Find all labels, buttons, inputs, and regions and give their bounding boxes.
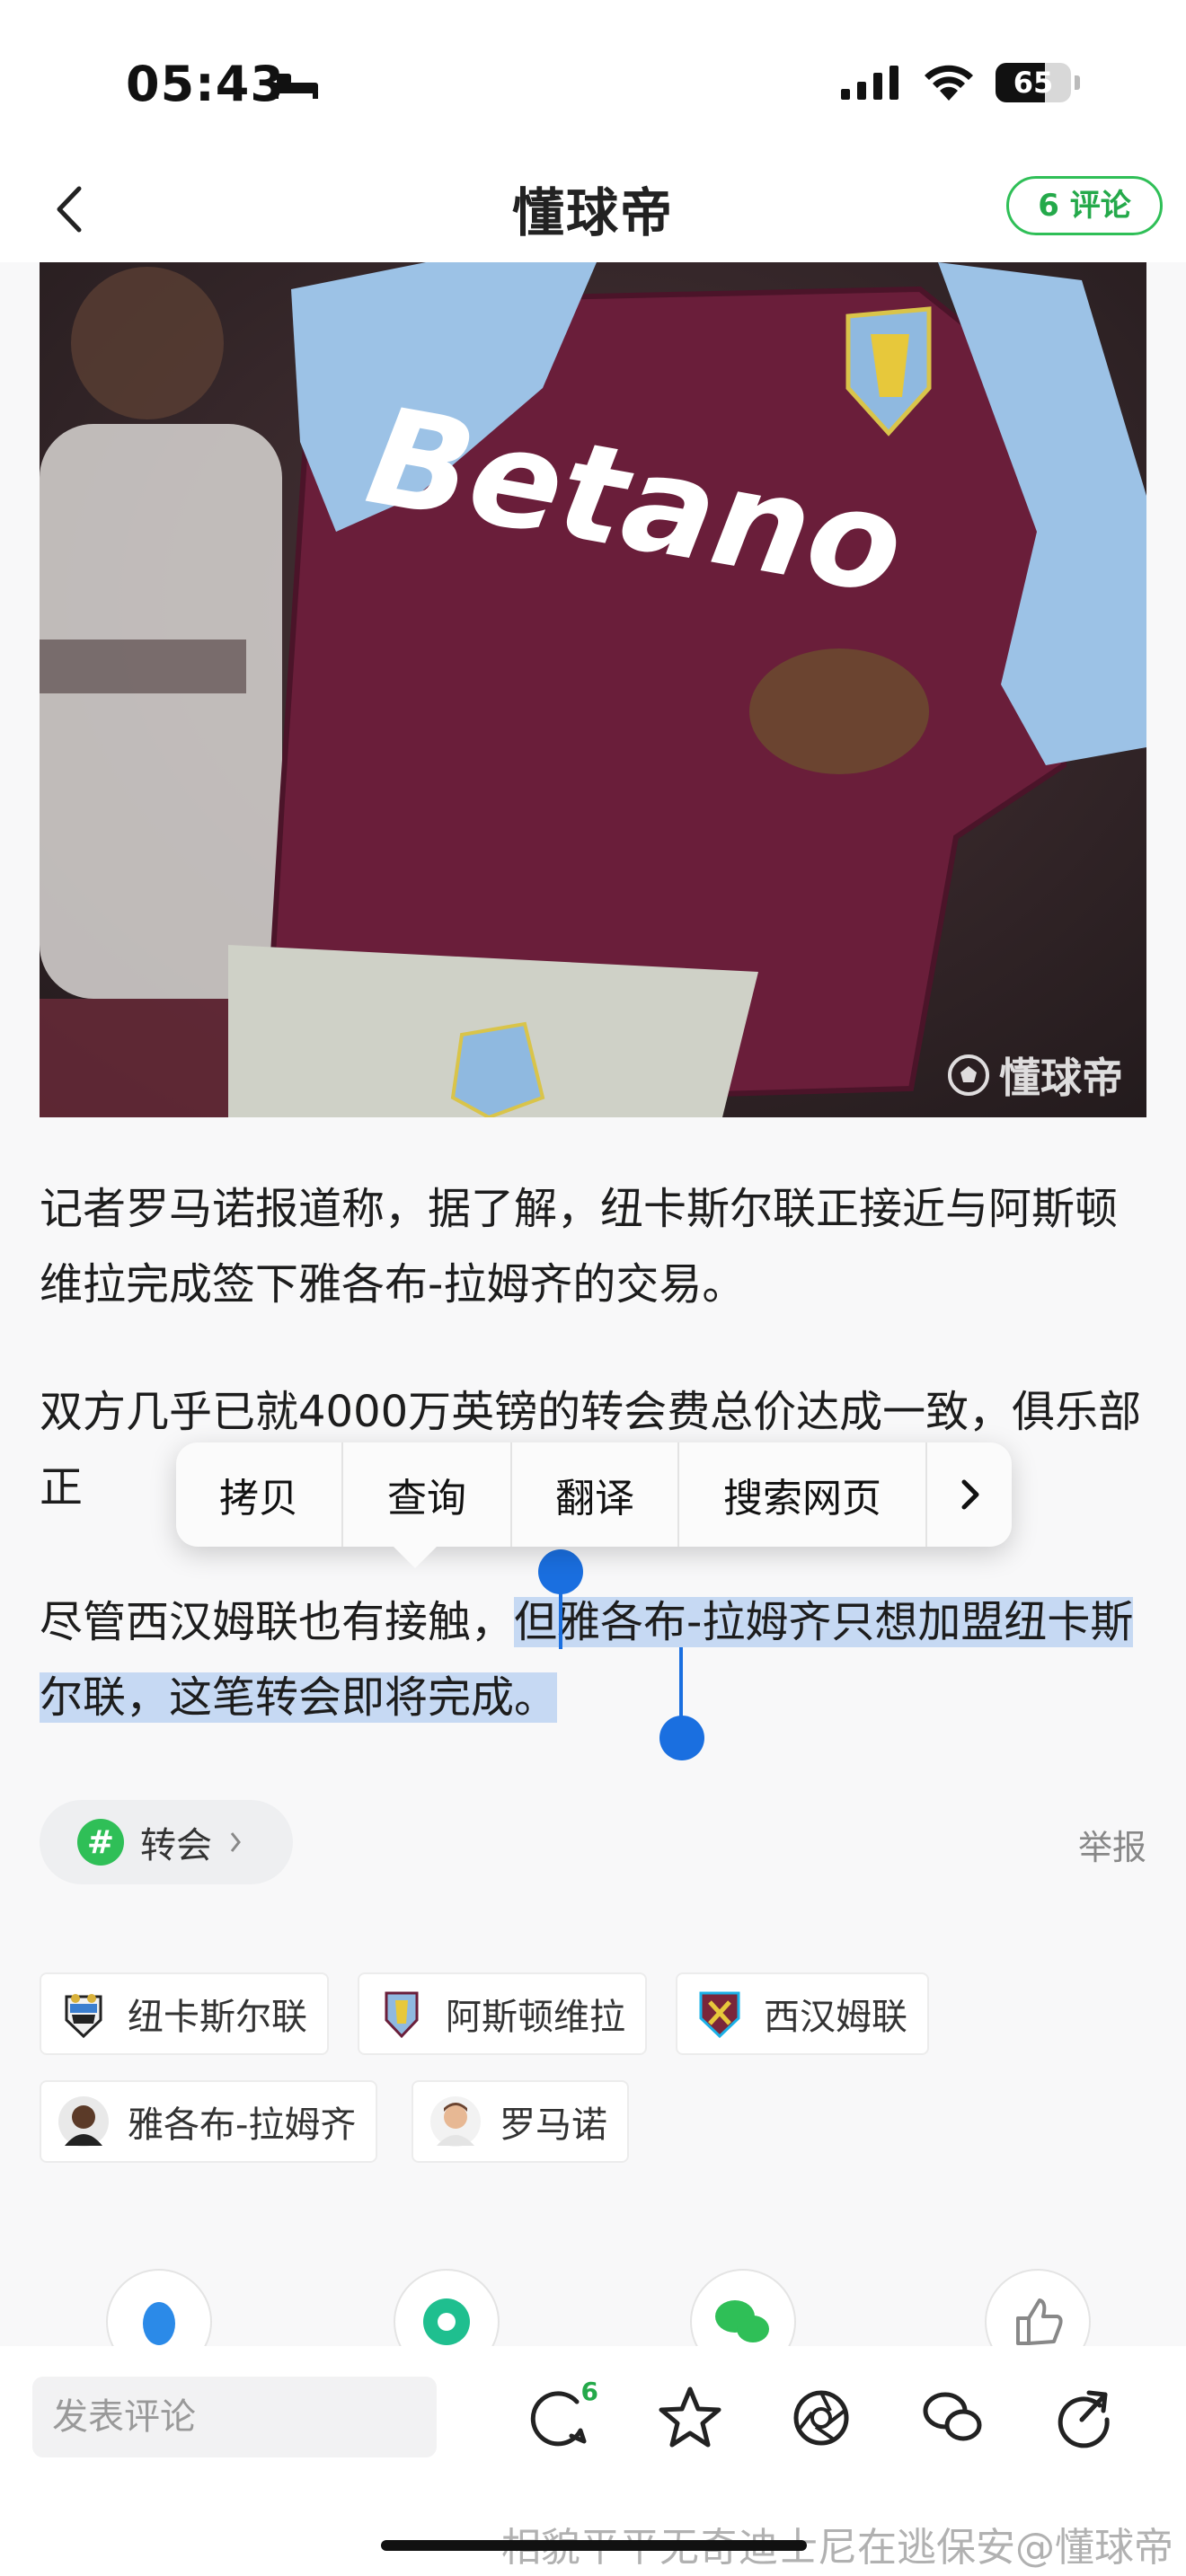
cellular-signal-icon [841, 66, 898, 100]
bottom-toolbar: 6 相貌平平无奇迪士尼在逃保安@懂球帝 [0, 2346, 1186, 2576]
comments-button[interactable]: 6 评论 [1006, 176, 1163, 235]
entity-chip-newcastle[interactable]: 纽卡斯尔联 [40, 1972, 329, 2055]
share-button[interactable] [1049, 2384, 1118, 2452]
photo-watermark: 懂球帝 [947, 1045, 1123, 1105]
comment-count-badge: 6 [580, 2377, 598, 2406]
battery-cap [1075, 75, 1080, 90]
battery-indicator: 65 [996, 63, 1071, 102]
paragraph-3-text: 尽管西汉姆联也有接触， [40, 1597, 515, 1647]
star-icon [659, 2386, 721, 2448]
aperture-icon [423, 2298, 470, 2345]
comment-input[interactable] [32, 2377, 437, 2457]
share-arrow-icon [1058, 2390, 1110, 2448]
status-bar: 05:43 65 [0, 0, 1186, 153]
wechat-icon [923, 2392, 982, 2441]
menu-more[interactable] [927, 1442, 1012, 1547]
article-paragraph-1[interactable]: 记者罗马诺报道称，据了解，纽卡斯尔联正接近与阿斯顿维拉完成签下雅各布-拉姆齐的交… [40, 1171, 1154, 1322]
menu-translate[interactable]: 翻译 [512, 1442, 679, 1547]
qq-penguin-icon [143, 2302, 175, 2345]
soccer-ball-icon [948, 1054, 989, 1096]
entity-label: 罗马诺 [500, 2104, 607, 2146]
comments-toolbar-button[interactable]: 6 [525, 2377, 598, 2452]
share-row [0, 2269, 1186, 2375]
menu-search-web[interactable]: 搜索网页 [679, 1442, 927, 1547]
topic-tag-label: 转会 [140, 1825, 212, 1866]
selection-start-stem [559, 1581, 562, 1649]
west-ham-crest-icon [699, 1991, 740, 2039]
journalist-avatar-icon [430, 2096, 481, 2147]
entity-label: 西汉姆联 [764, 1997, 907, 2038]
entity-chip-romano[interactable]: 罗马诺 [412, 2080, 629, 2163]
aston-villa-crest-icon [385, 1991, 419, 2039]
entity-chip-aston-villa[interactable]: 阿斯顿维拉 [358, 1972, 647, 2055]
wechat-icon [715, 2300, 769, 2342]
sleep-focus-icon [273, 74, 318, 99]
article-paragraph-3[interactable]: 尽管西汉姆联也有接触，但雅各布-拉姆齐只想加盟纽卡斯尔联，这笔转会即将完成。 [40, 1584, 1154, 1735]
share-moments-toolbar-button[interactable] [787, 2384, 855, 2452]
text-context-menu: 拷贝 查询 翻译 搜索网页 [176, 1442, 1012, 1547]
entity-label: 阿斯顿维拉 [446, 1997, 625, 2038]
chevron-right-icon [230, 1832, 241, 1852]
share-wechat-toolbar-button[interactable] [918, 2384, 987, 2452]
menu-lookup[interactable]: 查询 [343, 1442, 512, 1547]
player-avatar-icon [58, 2096, 109, 2147]
watermark-text: 懂球帝 [999, 1054, 1123, 1102]
entity-chip-ramsey[interactable]: 雅各布-拉姆齐 [40, 2080, 378, 2163]
entity-chip-west-ham[interactable]: 西汉姆联 [676, 1972, 929, 2055]
wifi-icon [925, 65, 973, 101]
favorite-button[interactable] [656, 2384, 724, 2452]
menu-copy[interactable]: 拷贝 [176, 1442, 343, 1547]
selection-end-handle[interactable] [659, 1716, 704, 1760]
thumbs-up-icon [1016, 2298, 1063, 2345]
battery-percentage: 65 [1013, 66, 1054, 100]
selection-end-stem [679, 1647, 683, 1719]
entity-label: 纽卡斯尔联 [128, 1997, 307, 2038]
context-menu-pointer [392, 1545, 438, 1568]
newcastle-crest-icon [65, 1994, 102, 2039]
article-photo: Betano 懂球帝 [40, 262, 1146, 1117]
home-indicator [381, 2540, 807, 2551]
topic-tag[interactable]: # 转会 [40, 1800, 293, 1884]
aperture-icon [793, 2390, 849, 2446]
player-photo-illustration: Betano [40, 262, 1146, 1117]
hashtag-icon: # [77, 1819, 124, 1866]
nav-bar: 懂球帝 6 评论 [0, 153, 1186, 262]
entity-label: 雅各布-拉姆齐 [128, 2104, 357, 2146]
status-time: 05:43 [126, 56, 285, 112]
chevron-right-icon [961, 1479, 979, 1510]
report-link[interactable]: 举报 [1078, 1820, 1146, 1869]
